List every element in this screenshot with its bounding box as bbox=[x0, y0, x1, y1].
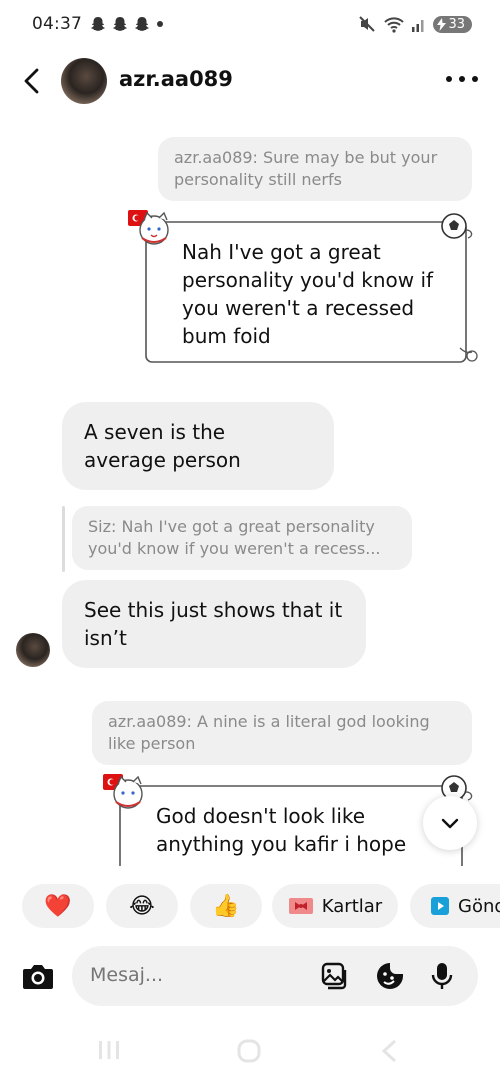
reply-divider bbox=[62, 506, 65, 572]
chat-username[interactable]: azr.aa089 bbox=[119, 67, 233, 91]
scroll-to-bottom-button[interactable] bbox=[423, 796, 477, 850]
snapchat-icon bbox=[113, 17, 127, 31]
status-right: 33 bbox=[357, 14, 472, 34]
mute-icon bbox=[359, 16, 376, 32]
back-nav-icon[interactable] bbox=[378, 1038, 400, 1064]
message-composer bbox=[0, 946, 500, 1006]
reply-quote: azr.aa089: A nine is a literal god looki… bbox=[92, 701, 472, 765]
message-text: A seven is the average person bbox=[84, 420, 241, 472]
sticker-message-text: God doesn't look like anything you kafir… bbox=[156, 804, 407, 856]
status-time: 04:37 bbox=[32, 14, 82, 34]
gift-card-icon bbox=[288, 898, 313, 914]
avatar[interactable] bbox=[16, 633, 50, 667]
microphone-icon[interactable] bbox=[426, 960, 458, 992]
thumbs-up-icon: 👍 bbox=[212, 893, 240, 919]
status-bar: 04:37 33 bbox=[0, 0, 500, 48]
message-text: See this just shows that it isn’t bbox=[84, 598, 343, 650]
system-nav-bar bbox=[0, 1030, 500, 1070]
dot-icon bbox=[157, 21, 163, 27]
message-input-container bbox=[72, 946, 478, 1006]
back-arrow-icon[interactable] bbox=[18, 66, 48, 96]
battery-level: 33 bbox=[448, 16, 465, 32]
snapchat-icon bbox=[135, 17, 149, 31]
reply-quote: azr.aa089: Sure may be but your personal… bbox=[158, 137, 472, 201]
laughing-emoji-icon: 😂 bbox=[129, 893, 155, 919]
message-bubble[interactable]: A seven is the average person bbox=[62, 402, 334, 490]
cards-button[interactable]: Kartlar bbox=[272, 884, 398, 928]
camera-icon[interactable] bbox=[19, 957, 57, 995]
quick-reactions-row: ❤️ 😂 👍 Kartlar Gönd bbox=[0, 884, 500, 930]
snapchat-icon bbox=[91, 17, 105, 31]
sticker-message-text: Nah I've got a great personality you'd k… bbox=[182, 240, 434, 348]
send-label: Gönd bbox=[458, 895, 500, 917]
notification-icons bbox=[89, 15, 165, 33]
recent-apps-icon[interactable] bbox=[96, 1038, 122, 1062]
reply-quote: Siz: Nah I've got a great personality yo… bbox=[72, 506, 412, 570]
reply-quote-text: Siz: Nah I've got a great personality yo… bbox=[88, 517, 381, 558]
message-bubble[interactable]: See this just shows that it isn’t bbox=[62, 580, 366, 668]
charging-icon bbox=[437, 17, 447, 31]
quick-reaction-laugh[interactable]: 😂 bbox=[106, 884, 178, 928]
home-icon[interactable] bbox=[236, 1038, 262, 1064]
avatar[interactable] bbox=[61, 58, 107, 104]
chevron-down-icon bbox=[441, 818, 459, 829]
gallery-icon[interactable] bbox=[318, 960, 350, 992]
cards-label: Kartlar bbox=[321, 895, 383, 917]
more-options-icon[interactable] bbox=[446, 76, 478, 86]
send-media-button[interactable]: Gönd bbox=[410, 884, 500, 928]
quick-reaction-thumbs-up[interactable]: 👍 bbox=[190, 884, 262, 928]
heart-icon: ❤️ bbox=[44, 893, 72, 919]
quick-reaction-heart[interactable]: ❤️ bbox=[22, 884, 94, 928]
reply-quote-text: azr.aa089: Sure may be but your personal… bbox=[174, 148, 438, 189]
battery-indicator: 33 bbox=[433, 15, 472, 33]
play-icon bbox=[431, 897, 449, 915]
reply-quote-text: azr.aa089: A nine is a literal god looki… bbox=[108, 712, 430, 753]
sticker-message[interactable]: Nah I've got a great personality you'd k… bbox=[124, 208, 484, 368]
signal-icon bbox=[412, 20, 424, 32]
wifi-icon bbox=[384, 17, 405, 33]
chat-header: azr.aa089 bbox=[0, 50, 500, 112]
message-input[interactable] bbox=[90, 964, 290, 986]
sticker-icon[interactable] bbox=[374, 960, 406, 992]
